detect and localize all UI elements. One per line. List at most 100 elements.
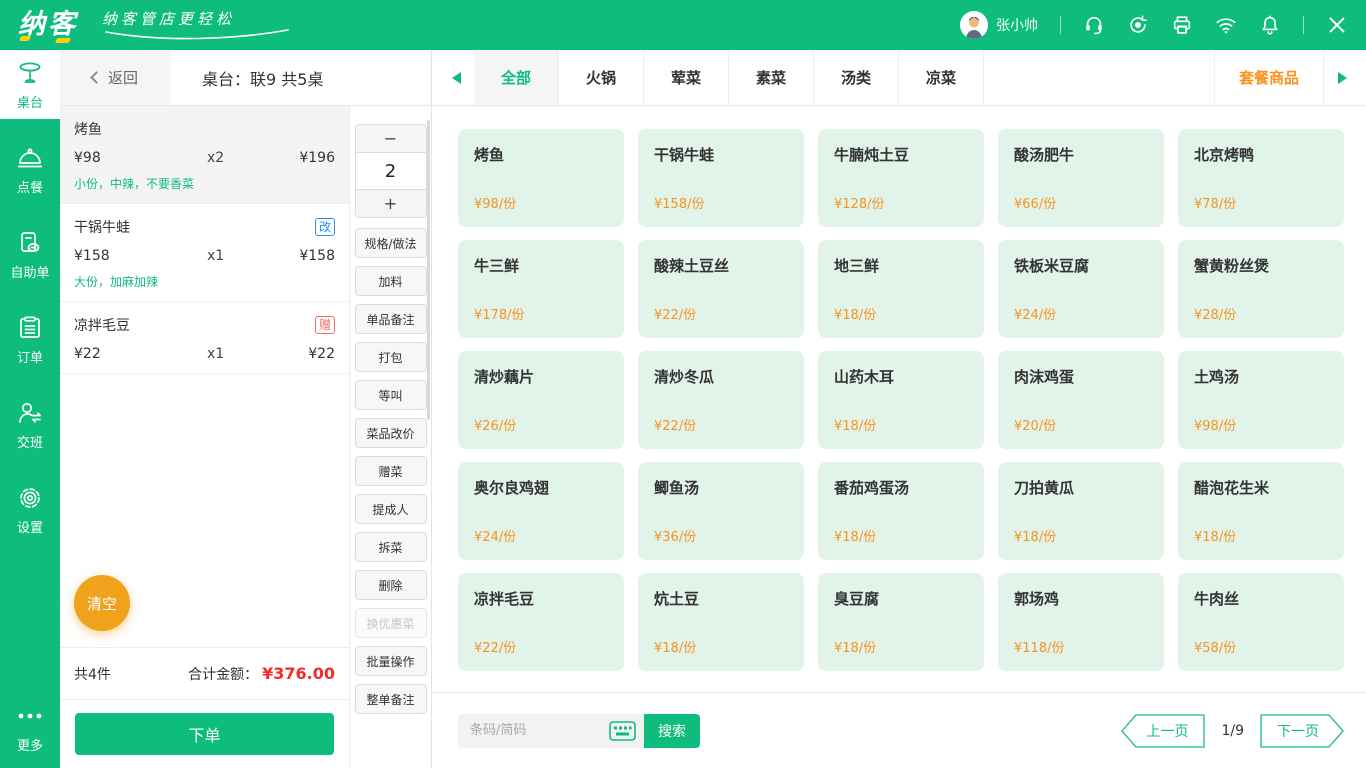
sidebar-item-self-order[interactable]: 自助单 [0, 220, 60, 289]
menu-item-card[interactable]: 地三鲜¥18/份 [818, 240, 984, 338]
scrollbar[interactable] [427, 120, 430, 420]
order-item-name: 干锅牛蛙 [74, 217, 130, 237]
tabs-scroll-right-button[interactable] [1324, 50, 1366, 105]
cloud-sync-icon[interactable] [1127, 14, 1149, 36]
menu-item-name: 凉拌毛豆 [474, 588, 608, 609]
menu-item-card[interactable]: 土鸡汤¥98/份 [1178, 351, 1344, 449]
menu-item-card[interactable]: 番茄鸡蛋汤¥18/份 [818, 462, 984, 560]
back-button[interactable]: 返回 [60, 50, 170, 105]
table-icon [16, 59, 44, 87]
tab-combo-products[interactable]: 套餐商品 [1214, 50, 1324, 105]
menu-item-card[interactable]: 烤鱼¥98/份 [458, 129, 624, 227]
menu-item-card[interactable]: 凉拌毛豆¥22/份 [458, 573, 624, 671]
menu-item-price: ¥22/份 [654, 304, 788, 323]
next-page-button[interactable]: 下一页 [1260, 714, 1344, 748]
tabs-scroll-left-button[interactable] [432, 50, 474, 105]
tab-soup[interactable]: 汤类 [814, 50, 899, 105]
triangle-left-icon [446, 72, 461, 84]
menu-item-card[interactable]: 干锅牛蛙¥158/份 [638, 129, 804, 227]
bottombar: 搜索 上一页 1/9 下一页 [432, 692, 1366, 768]
menu-item-card[interactable]: 酸辣土豆丝¥22/份 [638, 240, 804, 338]
menu-item-name: 炕土豆 [654, 588, 788, 609]
menu-item-card[interactable]: 醋泡花生米¥18/份 [1178, 462, 1344, 560]
menu-item-name: 地三鲜 [834, 255, 968, 276]
tab-vegetable[interactable]: 素菜 [729, 50, 814, 105]
menu-item-card[interactable]: 鲫鱼汤¥36/份 [638, 462, 804, 560]
divider [1303, 16, 1304, 34]
place-order-button[interactable]: 下单 [75, 713, 334, 755]
next-page-label: 下一页 [1260, 714, 1344, 748]
logo-accent [19, 36, 31, 41]
tab-spacer [984, 50, 1214, 105]
sidebar-item-shift-change[interactable]: 交班 [0, 390, 60, 459]
order-item-qty: x1 [207, 248, 279, 264]
menu-item-card[interactable]: 牛三鲜¥178/份 [458, 240, 624, 338]
sidebar-item-orders[interactable]: 订单 [0, 305, 60, 374]
whole-order-remark-button[interactable]: 整单备注 [355, 684, 427, 714]
commission-button[interactable]: 提成人 [355, 494, 427, 524]
sidebar-item-settings[interactable]: 设置 [0, 475, 60, 544]
tab-cold-dish[interactable]: 凉菜 [899, 50, 984, 105]
item-remark-button[interactable]: 单品备注 [355, 304, 427, 334]
tab-all[interactable]: 全部 [474, 50, 559, 105]
gift-dish-button[interactable]: 赠菜 [355, 456, 427, 486]
tab-meat[interactable]: 荤菜 [644, 50, 729, 105]
menu-item-name: 清炒冬瓜 [654, 366, 788, 387]
menu-item-card[interactable]: 山药木耳¥18/份 [818, 351, 984, 449]
menu-item-card[interactable]: 炕土豆¥18/份 [638, 573, 804, 671]
prev-page-button[interactable]: 上一页 [1121, 714, 1205, 748]
close-icon[interactable] [1326, 14, 1348, 36]
total-amount: ¥376.00 [262, 664, 335, 683]
order-item[interactable]: 凉拌毛豆 赠 ¥22 x1 ¥22 [60, 302, 349, 374]
order-item-name: 烤鱼 [74, 119, 102, 139]
sidebar-item-more[interactable]: 更多 [0, 693, 60, 762]
clear-order-button[interactable]: 清空 [74, 575, 130, 631]
split-dish-button[interactable]: 拆菜 [355, 532, 427, 562]
batch-operation-button[interactable]: 批量操作 [355, 646, 427, 676]
menu-item-card[interactable]: 清炒藕片¥26/份 [458, 351, 624, 449]
order-summary: 共4件 合计金额： ¥376.00 [60, 648, 349, 700]
menu-item-card[interactable]: 牛肉丝¥58/份 [1178, 573, 1344, 671]
user-menu[interactable]: 张小帅 [960, 11, 1038, 39]
tab-hotpot[interactable]: 火锅 [559, 50, 644, 105]
menu-item-card[interactable]: 北京烤鸭¥78/份 [1178, 129, 1344, 227]
notification-bell-icon[interactable] [1259, 14, 1281, 36]
menu-item-card[interactable]: 蟹黄粉丝煲¥28/份 [1178, 240, 1344, 338]
cloche-icon [16, 144, 44, 172]
wifi-icon[interactable] [1215, 14, 1237, 36]
menu-item-card[interactable]: 铁板米豆腐¥24/份 [998, 240, 1164, 338]
delete-button[interactable]: 删除 [355, 570, 427, 600]
search-button[interactable]: 搜索 [644, 714, 700, 748]
sidebar-item-tables[interactable]: 桌台 [0, 50, 60, 119]
menu-item-card[interactable]: 清炒冬瓜¥22/份 [638, 351, 804, 449]
spec-method-button[interactable]: 规格/做法 [355, 228, 427, 258]
menu-item-card[interactable]: 酸汤肥牛¥66/份 [998, 129, 1164, 227]
order-item[interactable]: 烤鱼 ¥98 x2 ¥196 小份，中辣，不要香菜 [60, 106, 349, 204]
menu-item-name: 牛肉丝 [1194, 588, 1328, 609]
menu-item-card[interactable]: 刀拍黄瓜¥18/份 [998, 462, 1164, 560]
sidebar-item-order-food[interactable]: 点餐 [0, 135, 60, 204]
takeout-button[interactable]: 打包 [355, 342, 427, 372]
menu-item-card[interactable]: 臭豆腐¥18/份 [818, 573, 984, 671]
menu-item-price: ¥118/份 [1014, 637, 1148, 656]
order-item-name: 凉拌毛豆 [74, 315, 130, 335]
change-price-button[interactable]: 菜品改价 [355, 418, 427, 448]
menu-item-name: 醋泡花生米 [1194, 477, 1328, 498]
menu-item-card[interactable]: 郭场鸡¥118/份 [998, 573, 1164, 671]
menu-item-card[interactable]: 奥尔良鸡翅¥24/份 [458, 462, 624, 560]
menu-item-name: 蟹黄粉丝煲 [1194, 255, 1328, 276]
menu-item-price: ¥78/份 [1194, 193, 1328, 212]
main-spacer [432, 671, 1366, 692]
menu-item-card[interactable]: 牛腩炖土豆¥128/份 [818, 129, 984, 227]
add-ingredient-button[interactable]: 加料 [355, 266, 427, 296]
menu-item-price: ¥98/份 [1194, 415, 1328, 434]
keyboard-icon[interactable] [609, 721, 636, 741]
customer-service-icon[interactable] [1083, 14, 1105, 36]
qty-minus-button[interactable]: − [356, 125, 426, 152]
tagline-text: 纳客管店更轻松 [102, 8, 292, 29]
qty-plus-button[interactable]: + [356, 190, 426, 217]
wait-call-button[interactable]: 等叫 [355, 380, 427, 410]
menu-item-card[interactable]: 肉沫鸡蛋¥20/份 [998, 351, 1164, 449]
order-item[interactable]: 干锅牛蛙 改 ¥158 x1 ¥158 大份，加麻加辣 [60, 204, 349, 302]
printer-icon[interactable] [1171, 14, 1193, 36]
